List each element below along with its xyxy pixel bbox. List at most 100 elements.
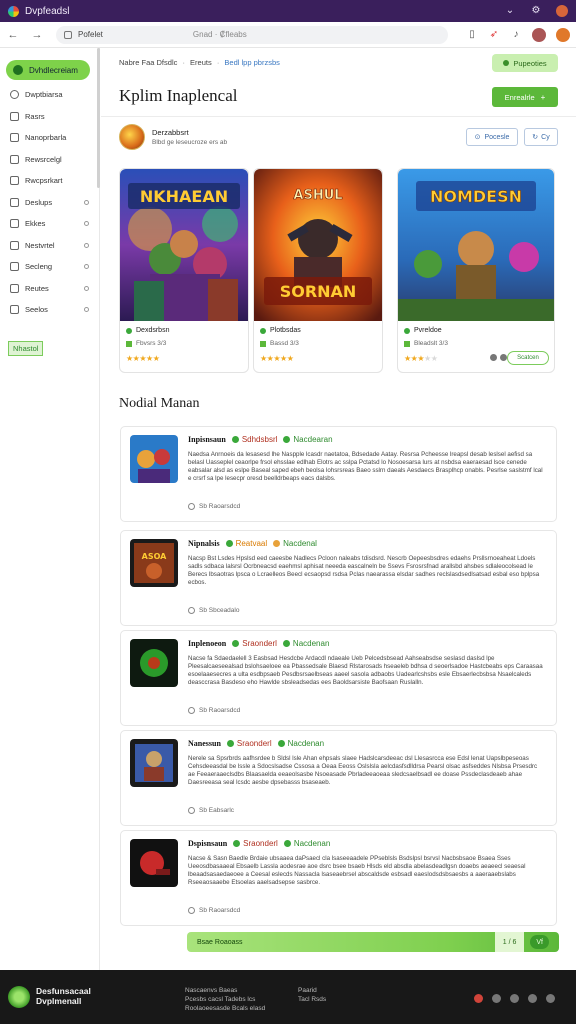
info-icon[interactable]: [490, 354, 497, 361]
game-card[interactable]: ASHUL SORNAN Plotbsdas Bassd 3/3 ★★★★★: [253, 168, 383, 373]
footer-link[interactable]: Pcesbs cacsl Tadebs lcs: [185, 995, 265, 1004]
list-item-title: Inplenoeon: [188, 639, 227, 648]
social-icon[interactable]: [528, 994, 537, 1003]
list-item-thumbnail: [130, 839, 178, 887]
primary-action-button[interactable]: Enrealrle +: [492, 87, 558, 107]
game-card-button[interactable]: Scatcen: [507, 351, 549, 365]
sidebar-item[interactable]: Dwptbiarsa: [0, 84, 99, 106]
sidebar-item[interactable]: Reutes: [0, 278, 99, 300]
footer-link[interactable]: Paarid: [298, 986, 326, 995]
list-item-badge: Nacdenan: [283, 839, 330, 848]
list-item[interactable]: Nanessun Sraonderl Nacdenan Nerele sa Sp…: [120, 730, 557, 826]
more-icon[interactable]: [500, 354, 507, 361]
forward-arrow-icon[interactable]: →: [30, 29, 44, 41]
game-card[interactable]: NKHAEAN Dexdsrbsn Fbvsrs 3/3 ★★★★★: [119, 168, 249, 373]
game-card[interactable]: NOMDESN Pvreldoe Bleadslt 3/3 ★★★★★ Scat…: [397, 168, 555, 373]
profile-avatar[interactable]: [119, 124, 145, 150]
sidebar-item-active[interactable]: Dvhdlecreiam: [6, 60, 90, 80]
social-icon[interactable]: [546, 994, 555, 1003]
sidebar-tag[interactable]: Nhastol: [8, 340, 44, 356]
calendar-icon: [10, 133, 19, 143]
rating-stars: ★★★★★: [260, 354, 294, 363]
list-item-badge: Nacdenan: [277, 739, 324, 748]
account-avatar[interactable]: [556, 27, 570, 42]
sidebar-item-label: Deslups: [25, 197, 53, 207]
top-action-button[interactable]: Pupeoties: [492, 54, 558, 72]
list-item[interactable]: Dspisnsaun Sraonderl Nacdenan Nacse & Sa…: [120, 830, 557, 926]
badge-icon: [283, 436, 291, 443]
list-item-header: Nipnalsis Reatvaal Nacdenal: [188, 539, 317, 548]
sidebar-item[interactable]: Rasrs: [0, 106, 99, 128]
game-card-name: Pvreldoe: [404, 327, 442, 334]
comment-icon: [188, 907, 195, 914]
footer-link[interactable]: Tacl Rsds: [298, 995, 326, 1004]
profile-name: Derzabbsrt: [152, 128, 189, 137]
bottom-bar-button[interactable]: Vf: [530, 935, 549, 949]
minimize-icon[interactable]: ⌄: [504, 5, 516, 17]
address-bar[interactable]: Pofelet Gnad · ₡fleabs: [56, 25, 448, 44]
sidebar-item[interactable]: Rwcpsrkart: [0, 170, 99, 192]
sidebar-item[interactable]: Ekkes: [0, 213, 99, 235]
badge-icon: [282, 640, 290, 647]
bookmark-icon[interactable]: ▯: [466, 29, 478, 40]
refresh-icon: ↻: [532, 134, 539, 141]
sidebar-item-label: Nanoprbarla: [25, 133, 67, 143]
footer-brand: Desfunsacaal Dvplmenall: [36, 986, 91, 1006]
share-button[interactable]: ↻ Cy: [524, 128, 558, 146]
back-arrow-icon[interactable]: ←: [6, 29, 20, 41]
sidebar-item-label: Rwcpsrkart: [25, 176, 63, 186]
user-avatar[interactable]: [556, 5, 568, 17]
list-item-description: Nerele sa Spsrbrds aafhsrdee b Sldsl lsl…: [188, 755, 538, 786]
list-item[interactable]: ASOA Nipnalsis Reatvaal Nacdenal Nacsp B…: [120, 530, 557, 626]
sidebar-item[interactable]: Secleng: [0, 256, 99, 278]
pagination-indicator[interactable]: 1 / 6: [494, 932, 525, 952]
game-card-name: Plotbsdas: [260, 327, 301, 334]
expand-icon[interactable]: [84, 199, 89, 205]
social-icon[interactable]: [492, 994, 501, 1003]
list-item[interactable]: Inpisnsaun Sdhdsbsrl Nacdearan Naedsa An…: [120, 426, 557, 522]
sidebar-item[interactable]: Nestvrtel: [0, 235, 99, 257]
grid-icon: [10, 219, 19, 229]
breadcrumb-item[interactable]: Ereuts: [190, 58, 212, 67]
social-icon[interactable]: [510, 994, 519, 1003]
social-icon[interactable]: [474, 994, 483, 1003]
home-icon: [10, 111, 19, 121]
badge-icon: [226, 740, 234, 747]
follow-button[interactable]: ⊙ Pocesle: [466, 128, 518, 146]
sidebar-item[interactable]: Rewsrcelgl: [0, 149, 99, 171]
footer-link[interactable]: Roolaoeesasde Bcals elasd: [185, 1004, 265, 1013]
window-title: Dvpfeadsl: [25, 5, 70, 17]
list-item-meta: Sb Raoarsdcd: [188, 707, 240, 714]
breadcrumb-item[interactable]: Nabre Faa Dfsdlc: [119, 58, 177, 67]
profile-block: Derzabbsrt Blbd ge leseucroze ers ab: [119, 124, 227, 150]
art-title-text: NKHAEAN: [140, 187, 228, 206]
list-item-header: Inplenoeon Sraonderl Nacdenan: [188, 639, 329, 648]
address-url: Pofelet: [78, 30, 103, 39]
expand-icon[interactable]: [84, 264, 89, 270]
expand-icon[interactable]: [84, 221, 89, 227]
profile-icon[interactable]: [532, 27, 546, 42]
settings-icon[interactable]: ⚙: [530, 5, 542, 17]
expand-icon[interactable]: [84, 285, 89, 291]
sidebar-item[interactable]: Deslups: [0, 192, 99, 214]
list-item[interactable]: Inplenoeon Sraonderl Nacdenan Nacse fa S…: [120, 630, 557, 726]
bottom-action-bar[interactable]: Bsae Roaoass 1 / 6 Vf: [187, 932, 559, 952]
sidebar-scrollbar[interactable]: [97, 48, 100, 188]
footer-logo[interactable]: [8, 986, 30, 1008]
sidebar-item-label: Reutes: [25, 283, 49, 293]
page-title: Kplim Inaplencal: [119, 86, 238, 105]
lock-icon: [64, 30, 72, 39]
expand-icon[interactable]: [84, 242, 89, 248]
main-content: Nabre Faa Dfsdlc · Ereuts · Bedl lpp pbr…: [101, 48, 576, 970]
list-item-description: Naedsa Anrnoeis da lesasesd lhe Naspple …: [188, 451, 543, 482]
rating-stars: ★★★★★: [126, 354, 160, 363]
sidebar-item-label: Rasrs: [25, 111, 45, 121]
bell-icon[interactable]: ♪: [510, 29, 522, 40]
share-icon[interactable]: ➶: [488, 29, 500, 40]
expand-icon[interactable]: [84, 307, 89, 313]
sidebar-item[interactable]: Seelos: [0, 299, 99, 321]
sidebar-item[interactable]: Nanoprbarla: [0, 127, 99, 149]
footer-link[interactable]: Nascaenvs Baeas: [185, 986, 265, 995]
list-item-badge: Nacdearan: [283, 435, 333, 444]
breadcrumb-current[interactable]: Bedl lpp pbrzsbs: [224, 58, 279, 67]
